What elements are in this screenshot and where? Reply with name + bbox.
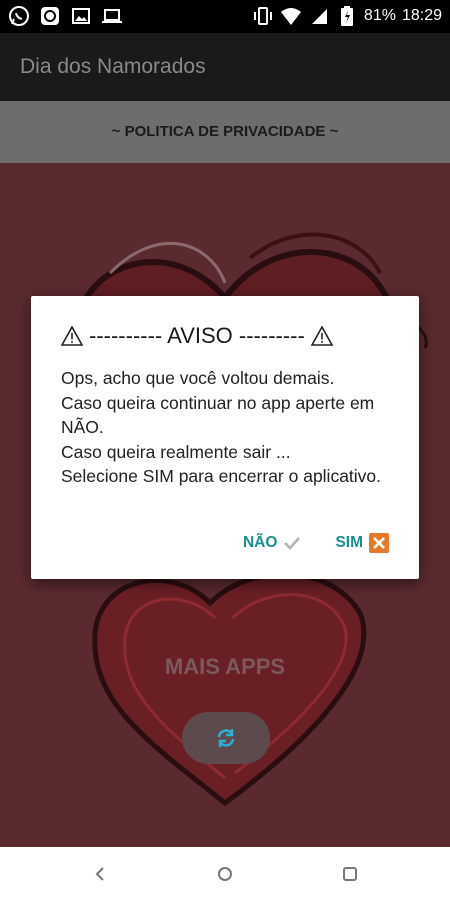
back-icon: [95, 867, 104, 881]
clock: 18:29: [401, 7, 442, 24]
close-box-icon: [369, 533, 389, 553]
yes-button[interactable]: SIM: [335, 533, 389, 553]
privacy-policy-label[interactable]: ~ POLITICA DE PRIVACIDADE ~: [0, 123, 450, 140]
no-button-label[interactable]: NÃO: [243, 534, 277, 552]
dialog-message-line: Selecione SIM para encerrar o aplicativo…: [61, 466, 382, 486]
wifi-icon: [280, 5, 302, 27]
warning-dialog: ---------- AVISO --------- Ops, acho que…: [31, 296, 419, 579]
dialog-title: ---------- AVISO ---------: [61, 323, 333, 349]
status-bar-system: 81% 18:29: [252, 5, 442, 27]
no-button[interactable]: NÃO: [243, 534, 301, 552]
dialog-message: Ops, acho que você voltou demais. Caso q…: [61, 366, 401, 489]
warning-icon: [310, 326, 333, 346]
refresh-button[interactable]: [182, 712, 270, 764]
refresh-icon: [217, 729, 235, 747]
yes-button-label[interactable]: SIM: [335, 534, 363, 552]
whatsapp-icon: [8, 5, 30, 27]
home-button[interactable]: [213, 862, 237, 886]
warning-icon: [61, 326, 83, 346]
dialog-message-line: Ops, acho que você voltou demais.: [61, 368, 335, 388]
battery-percent: 81%: [363, 7, 396, 24]
checkmark-icon: [284, 537, 301, 550]
back-button[interactable]: [88, 862, 112, 886]
status-bar-notifications: [8, 5, 123, 27]
recents-icon: [343, 867, 357, 881]
image-icon: [70, 5, 92, 27]
app-toolbar: Dia dos Namorados: [0, 33, 450, 101]
battery-icon: [336, 5, 358, 27]
navigation-bar: [0, 847, 450, 900]
dialog-message-line: Caso queira realmente sair ...: [61, 441, 291, 462]
dialog-title-text: ---------- AVISO ---------: [89, 323, 305, 348]
status-bar: 81% 18:29: [0, 0, 450, 33]
app-title: Dia dos Namorados: [20, 55, 206, 78]
signal-icon: [308, 5, 330, 27]
privacy-policy-bar[interactable]: ~ POLITICA DE PRIVACIDADE ~: [0, 101, 450, 163]
recents-button[interactable]: [338, 862, 362, 886]
more-apps-label[interactable]: MAIS APPS: [0, 654, 450, 680]
dialog-message-line: Caso queira continuar no app aperte em N…: [61, 392, 375, 438]
home-icon: [218, 867, 232, 881]
vibrate-icon: [252, 5, 274, 27]
laptop-icon: [101, 5, 123, 27]
dialog-actions: NÃO SIM: [243, 533, 389, 553]
app-notification-icon: [39, 5, 61, 27]
